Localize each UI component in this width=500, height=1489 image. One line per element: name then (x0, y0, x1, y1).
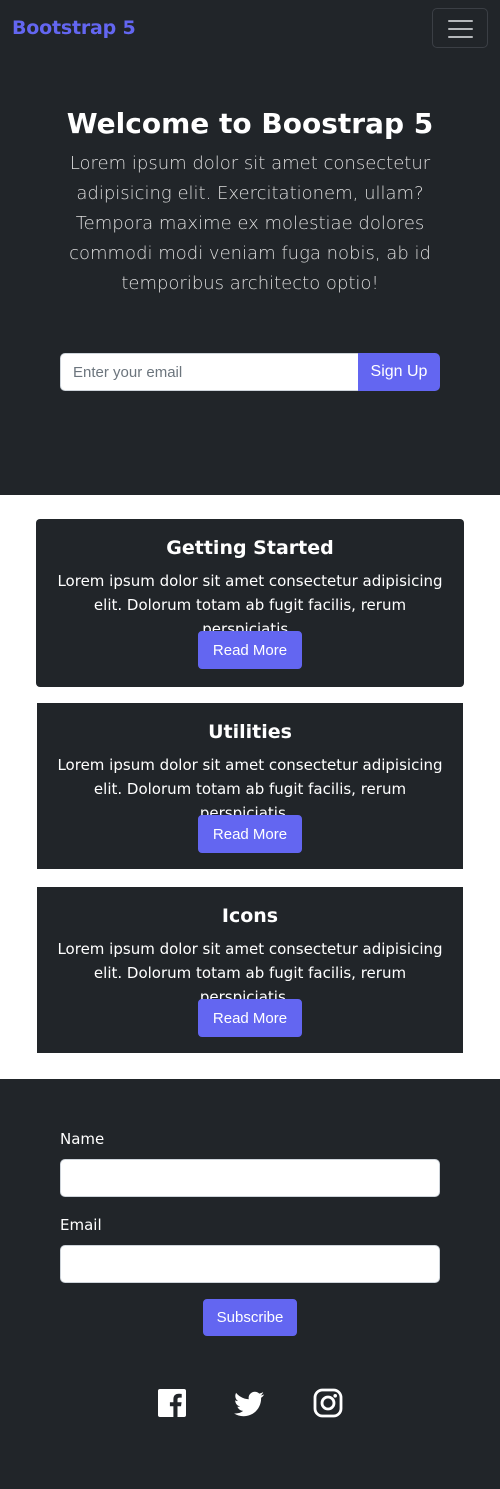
read-more-button[interactable]: Read More (198, 815, 302, 853)
navbar-brand[interactable]: Bootstrap 5 (12, 17, 136, 39)
email-label: Email (60, 1216, 102, 1234)
card-utilities: Utilities Lorem ipsum dolor sit amet con… (37, 703, 463, 869)
hero-title: Welcome to Boostrap 5 (66, 107, 434, 140)
email-field[interactable] (60, 1245, 440, 1283)
facebook-icon[interactable] (156, 1387, 188, 1419)
instagram-icon[interactable] (312, 1387, 344, 1419)
navbar-toggler-button[interactable] (432, 8, 488, 48)
signup-form: Sign Up (60, 353, 440, 391)
footer-section: Name Email Subscribe (0, 1079, 500, 1489)
read-more-button[interactable]: Read More (198, 631, 302, 669)
read-more-button[interactable]: Read More (198, 999, 302, 1037)
cards-section: Getting Started Lorem ipsum dolor sit am… (0, 495, 500, 1079)
card-getting-started: Getting Started Lorem ipsum dolor sit am… (36, 519, 464, 687)
hero-text: Lorem ipsum dolor sit amet consectetur a… (69, 153, 431, 294)
hamburger-icon (448, 20, 473, 22)
navbar: Bootstrap 5 (0, 0, 500, 57)
hero-section: Welcome to Boostrap 5 Lorem ipsum dolor … (0, 57, 500, 495)
signup-email-input[interactable] (60, 353, 358, 391)
card-title: Utilities (208, 721, 292, 743)
name-label: Name (60, 1130, 105, 1148)
twitter-icon[interactable] (233, 1387, 265, 1419)
card-title: Getting Started (166, 537, 334, 559)
subscribe-button[interactable]: Subscribe (203, 1299, 297, 1336)
hamburger-icon-bottom (448, 36, 473, 38)
hamburger-icon-middle (448, 28, 473, 30)
card-icons: Icons Lorem ipsum dolor sit amet consect… (37, 887, 463, 1053)
name-field[interactable] (60, 1159, 440, 1197)
signup-button[interactable]: Sign Up (358, 353, 440, 391)
card-title: Icons (221, 905, 279, 927)
